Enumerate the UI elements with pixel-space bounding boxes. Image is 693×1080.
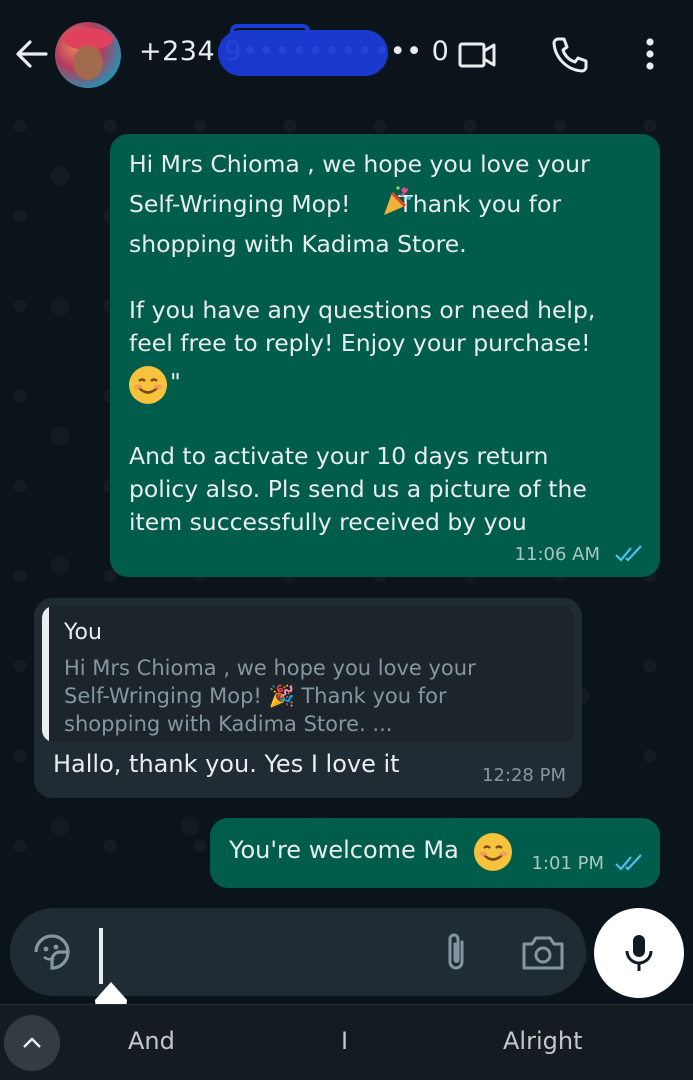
quoted-author: You [64, 620, 102, 645]
message-time: 11:06 AM [514, 544, 600, 565]
mic-button[interactable] [594, 908, 684, 998]
video-call-icon[interactable] [456, 34, 498, 76]
quote-bar [42, 606, 49, 742]
smiling-face-emoji [474, 833, 512, 871]
redaction-scribble-top [230, 24, 310, 38]
suggestion-word[interactable]: Alright [503, 1027, 582, 1055]
message-time: 12:28 PM [482, 765, 566, 786]
message-text: You're welcome Ma [229, 836, 459, 864]
keyboard-suggestion-bar: And I Alright [0, 1004, 693, 1080]
quoted-text: Hi Mrs Chioma , we hope you love your Se… [64, 656, 476, 736]
outgoing-message[interactable]: Hi Mrs Chioma , we hope you love your Se… [110, 134, 660, 577]
suggestion-word[interactable]: And [128, 1027, 175, 1055]
sticker-icon[interactable] [30, 930, 74, 974]
message-text: Hallo, thank you. Yes I love it [53, 750, 400, 778]
incoming-message[interactable]: You Hi Mrs Chioma , we hope you love you… [34, 598, 582, 798]
message-input[interactable] [90, 928, 420, 978]
party-popper-emoji [380, 184, 414, 218]
smiling-face-emoji [129, 366, 167, 404]
message-paragraph: If you have any questions or need help, … [129, 296, 596, 357]
camera-icon[interactable] [520, 932, 566, 972]
text-cursor [99, 928, 103, 984]
more-vert-icon[interactable] [632, 34, 674, 76]
avatar-face [73, 46, 103, 80]
back-arrow-icon[interactable] [14, 36, 50, 72]
contact-avatar[interactable] [55, 22, 121, 88]
message-line: You're welcome Ma [229, 836, 459, 864]
message-time: 1:01 PM [531, 853, 604, 874]
chevron-up-icon[interactable] [4, 1015, 60, 1071]
chat-header: +234 9••••••••••• 0 [0, 0, 693, 106]
suggestion-word[interactable]: I [341, 1027, 348, 1055]
message-line: Thank you for [398, 190, 561, 218]
message-line: shopping with Kadima Store. [129, 230, 467, 258]
quoted-message[interactable]: You Hi Mrs Chioma , we hope you love you… [42, 606, 574, 742]
phone-icon[interactable] [549, 34, 591, 76]
attach-icon[interactable] [438, 930, 474, 976]
read-ticks-icon [615, 854, 642, 871]
mic-icon [625, 935, 653, 971]
message-line: Hi Mrs Chioma , we hope you love your [129, 150, 590, 178]
outgoing-message[interactable]: You're welcome Ma 1:01 PM [210, 818, 660, 888]
message-composer[interactable] [10, 908, 586, 1016]
chat-area[interactable]: Hi Mrs Chioma , we hope you love your Se… [0, 106, 693, 1004]
message-paragraph: And to activate your 10 days return poli… [129, 442, 587, 536]
message-line: Self-Wringing Mop! [129, 190, 351, 218]
quote-mark: " [170, 368, 181, 396]
read-ticks-icon [615, 545, 642, 562]
